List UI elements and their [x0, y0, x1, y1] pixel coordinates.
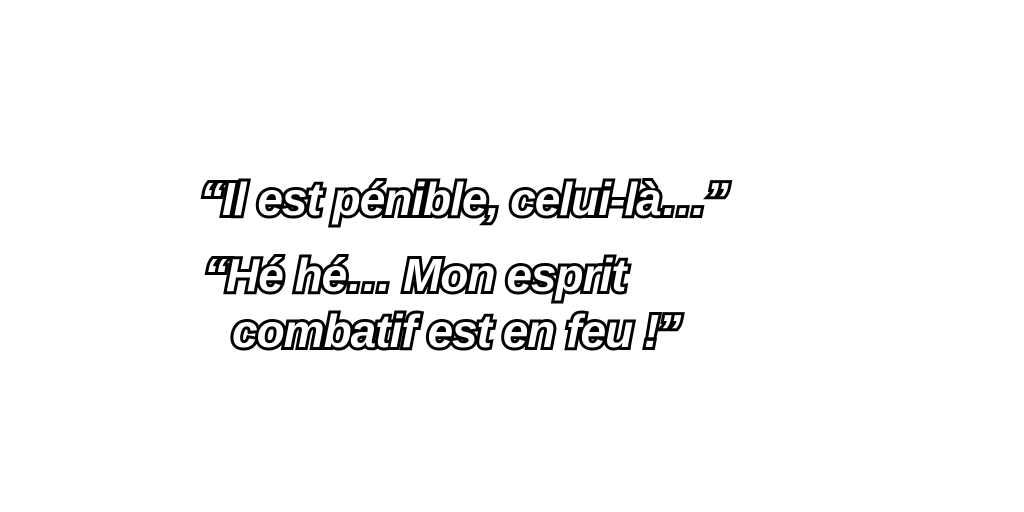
- caption-line-3: combatif est en feu !”: [229, 303, 684, 359]
- caption-line-2: “Hé hé… Mon esprit: [201, 247, 630, 303]
- caption-line-1: “Il est pénible, celui-là…”: [197, 171, 732, 227]
- caption-canvas: “Il est pénible, celui-là…” “Hé hé… Mon …: [0, 0, 1024, 512]
